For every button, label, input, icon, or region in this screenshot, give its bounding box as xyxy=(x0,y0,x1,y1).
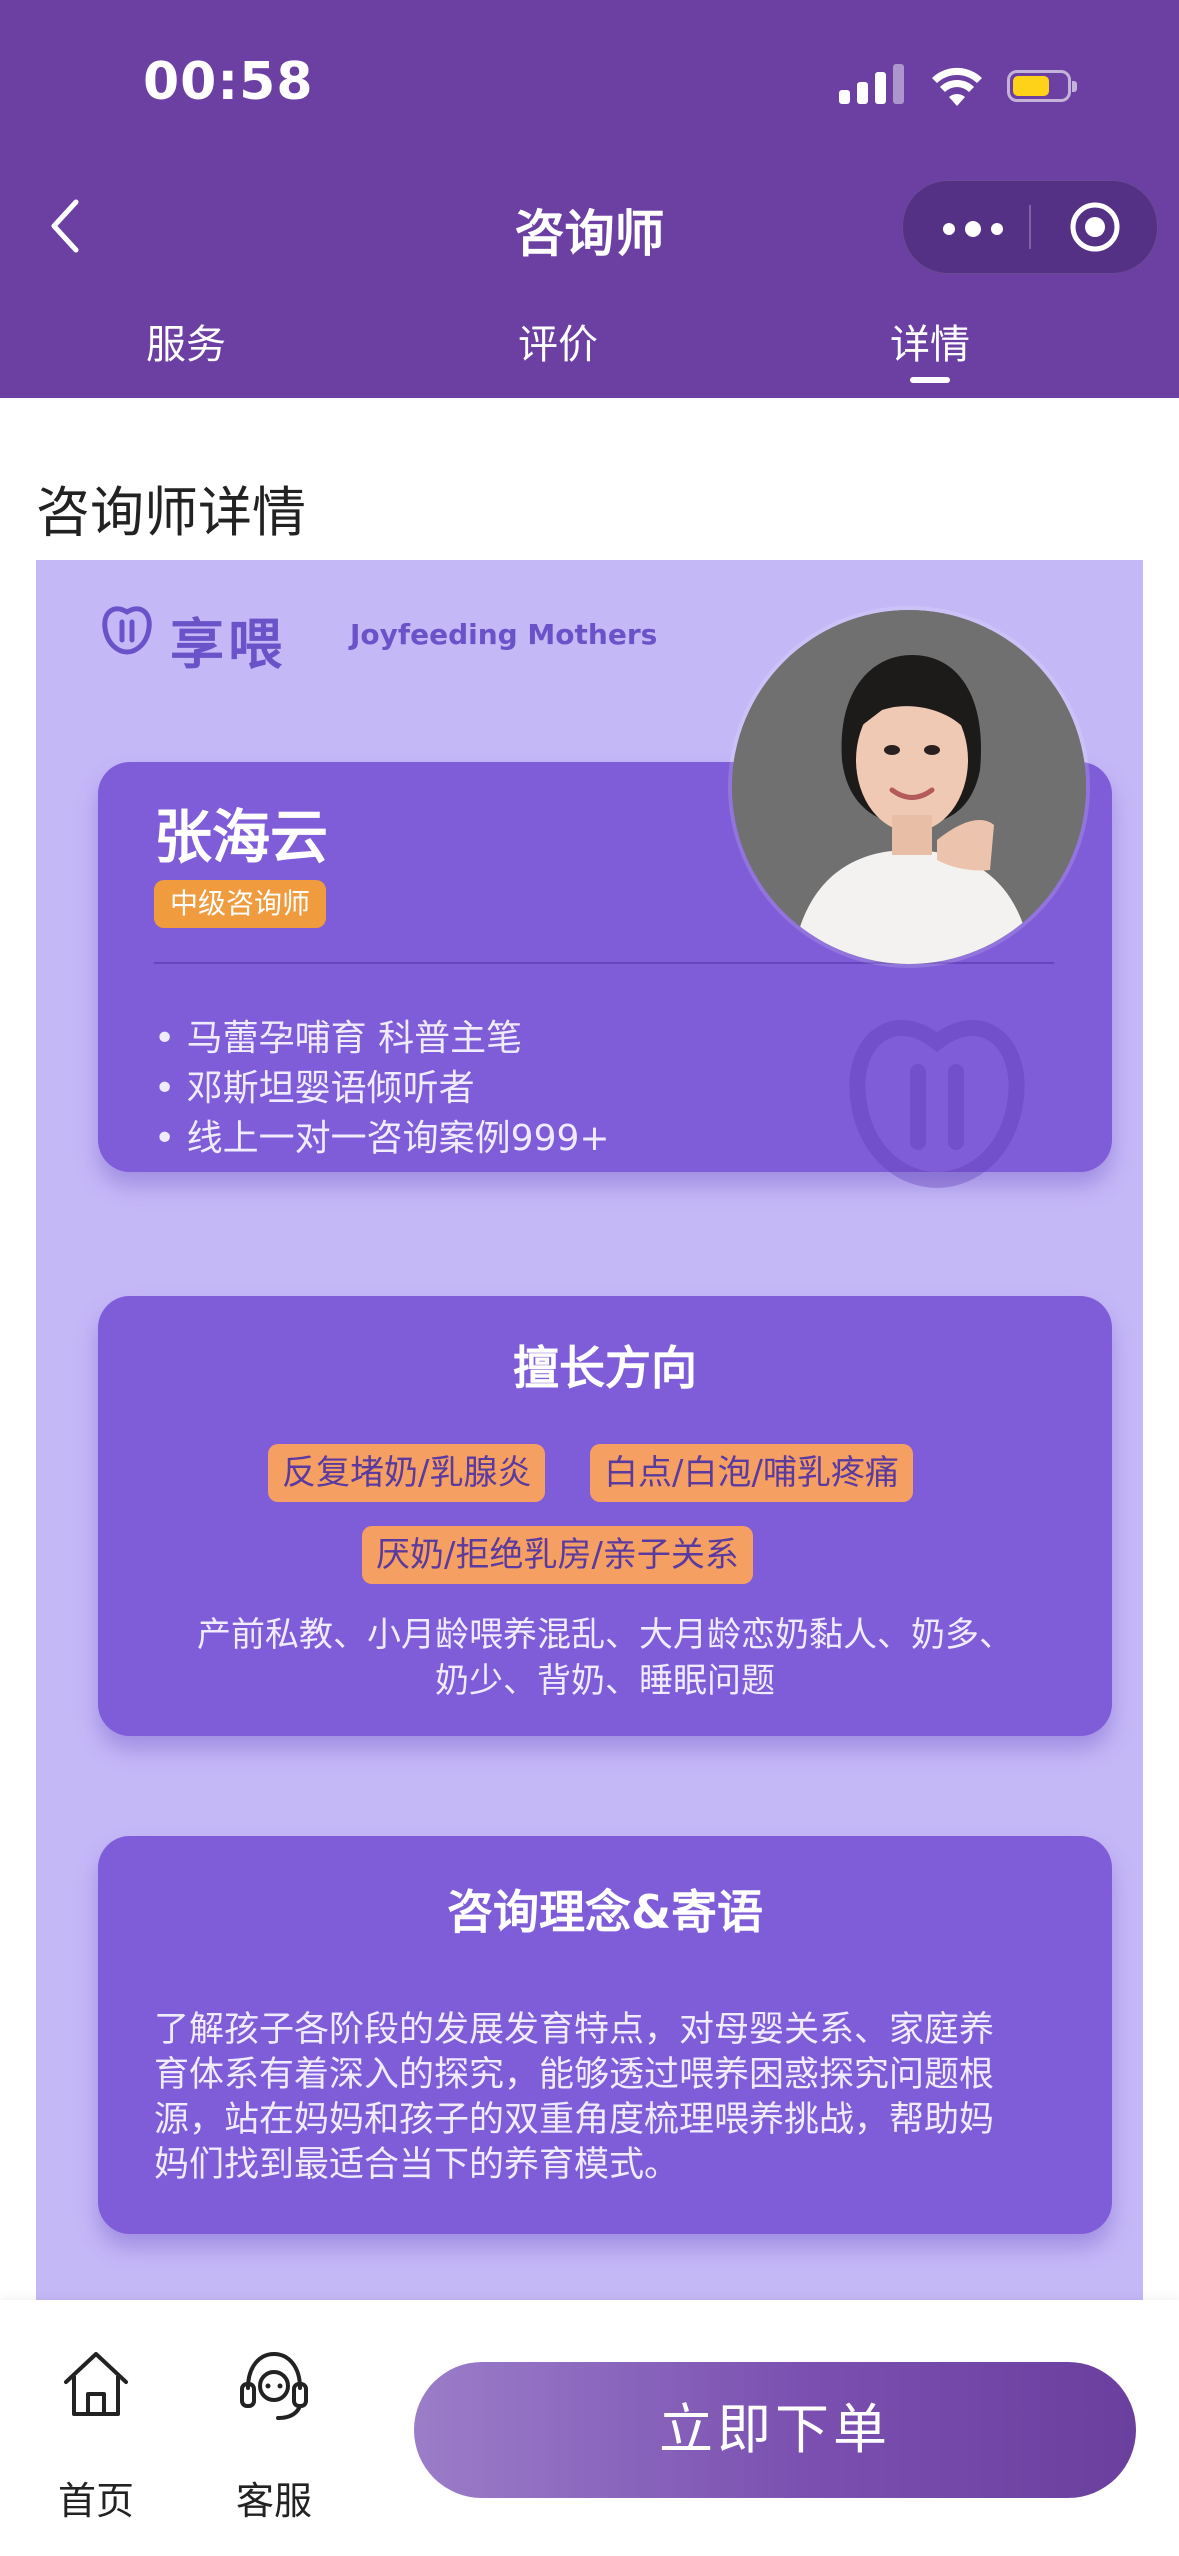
brand-name-en: Joyfeeding Mothers xyxy=(350,618,658,651)
tab-bar: 服务 评价 详情 xyxy=(0,312,1179,392)
home-button[interactable]: 首页 xyxy=(36,2344,156,2525)
philosophy-heading: 咨询理念&寄语 xyxy=(430,1880,780,1944)
philosophy-text-line: 育体系有着深入的探究，能够透过喂养困惑探究问题根 xyxy=(154,2055,995,2095)
brand-logo-icon xyxy=(102,606,152,655)
bottom-action-bar: 首页 客服 立即下单 xyxy=(0,2300,1179,2556)
home-icon xyxy=(64,2352,128,2416)
tab-services[interactable]: 服务 xyxy=(86,312,286,370)
cellular-signal-icon xyxy=(839,62,909,110)
home-label: 首页 xyxy=(57,2479,134,2523)
top-header: 00:58 咨询师 服务 评价 详情 xyxy=(0,0,1179,398)
expertise-heading: 擅长方向 xyxy=(497,1336,713,1400)
headset-icon xyxy=(240,2351,308,2420)
status-time: 00:58 xyxy=(143,52,314,112)
portrait-image xyxy=(732,610,1086,964)
philosophy-text-line: 妈们找到最适合当下的养育模式。 xyxy=(154,2145,680,2185)
expertise-card: 擅长方向 反复堵奶/乳腺炎 白点/白泡/哺乳疼痛 厌奶/拒绝乳房/亲子关系 产前… xyxy=(98,1296,1112,1736)
expertise-tag: 白点/白泡/哺乳疼痛 xyxy=(590,1444,913,1502)
tab-details[interactable]: 详情 xyxy=(830,312,1030,370)
tab-reviews[interactable]: 评价 xyxy=(458,312,658,370)
status-icons xyxy=(839,62,1079,110)
consultant-avatar xyxy=(732,610,1086,964)
section-title: 咨询师详情 xyxy=(36,481,306,544)
mini-program-capsule xyxy=(902,180,1158,274)
level-badge: 中级咨询师 xyxy=(154,880,327,928)
customer-service-label: 客服 xyxy=(235,2479,312,2523)
customer-service-button[interactable]: 客服 xyxy=(214,2344,334,2525)
expertise-tag: 厌奶/拒绝乳房/亲子关系 xyxy=(362,1526,753,1584)
list-item: • 线上一对一咨询案例999+ xyxy=(154,1118,610,1159)
battery-icon xyxy=(1007,70,1077,102)
philosophy-text-line: 了解孩子各阶段的发展发育特点，对母婴关系、家庭养 xyxy=(154,2010,995,2050)
brand-watermark-icon xyxy=(849,1020,1025,1189)
expertise-description-line: 产前私教、小月龄喂养混乱、大月龄恋奶黏人、奶多、 xyxy=(197,1615,1013,1655)
more-icon[interactable] xyxy=(943,199,1017,255)
credential-list: • 马蕾孕哺育 科普主笔 • 邓斯坦婴语倾听者 • 线上一对一咨询案例999+ xyxy=(154,1014,610,1164)
active-tab-indicator xyxy=(910,377,950,383)
expertise-description-line: 奶少、背奶、睡眠问题 xyxy=(435,1661,775,1701)
philosophy-text-line: 源，站在妈妈和孩子的双重角度梳理喂养挑战，帮助妈 xyxy=(154,2100,995,2140)
brand-name-cn: 享喂 xyxy=(170,613,286,676)
list-item: • 马蕾孕哺育 科普主笔 xyxy=(154,1018,523,1059)
consultant-poster: 享喂 Joyfeeding Mothers 张海云 中级咨询师 • 马蕾孕哺育 … xyxy=(36,560,1143,2300)
order-now-button[interactable]: 立即下单 xyxy=(414,2362,1136,2498)
list-item: • 邓斯坦婴语倾听者 xyxy=(154,1068,475,1109)
capsule-divider xyxy=(1029,205,1031,249)
wifi-icon xyxy=(932,67,982,106)
consultant-name: 张海云 xyxy=(154,803,329,871)
expertise-tag: 反复堵奶/乳腺炎 xyxy=(268,1444,546,1502)
philosophy-card: 咨询理念&寄语 了解孩子各阶段的发展发育特点，对母婴关系、家庭养 育体系有着深入… xyxy=(98,1836,1112,2234)
close-target-icon[interactable] xyxy=(1069,201,1121,253)
